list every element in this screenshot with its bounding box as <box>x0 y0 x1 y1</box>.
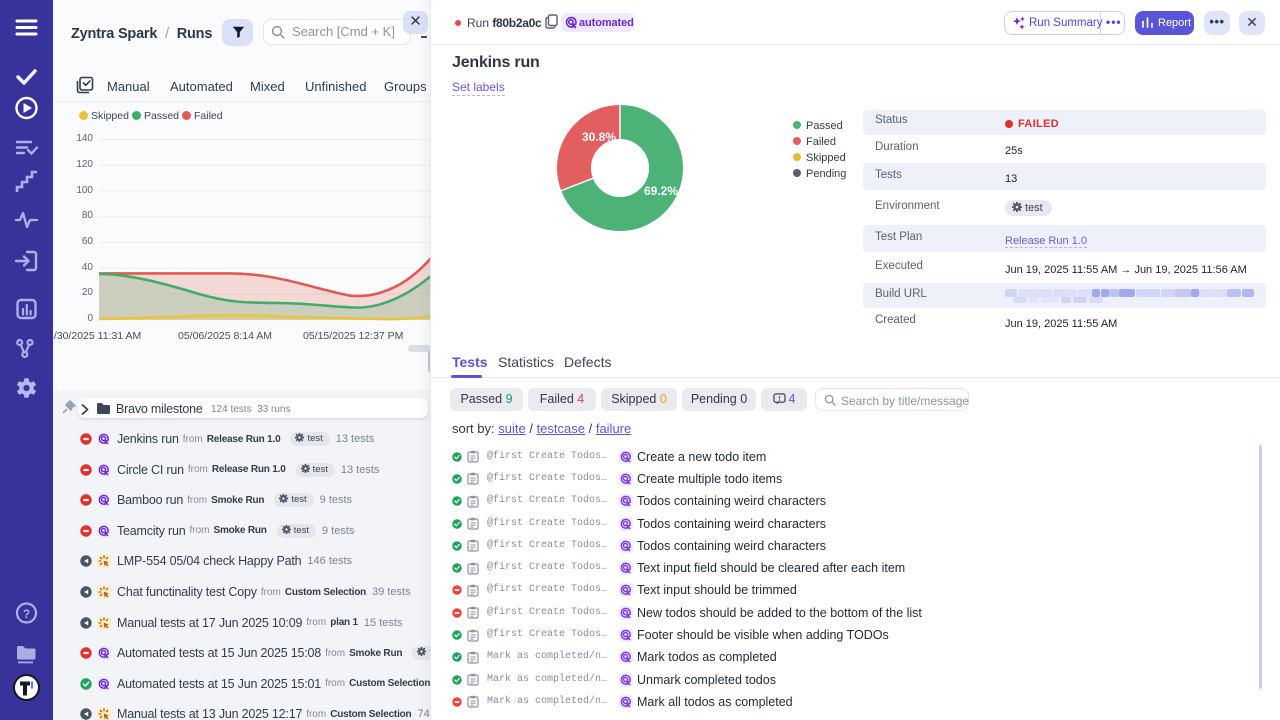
svg-text:30.8%: 30.8% <box>582 130 616 144</box>
svg-text:?: ? <box>23 607 30 621</box>
svg-text:69.2%: 69.2% <box>644 184 678 198</box>
